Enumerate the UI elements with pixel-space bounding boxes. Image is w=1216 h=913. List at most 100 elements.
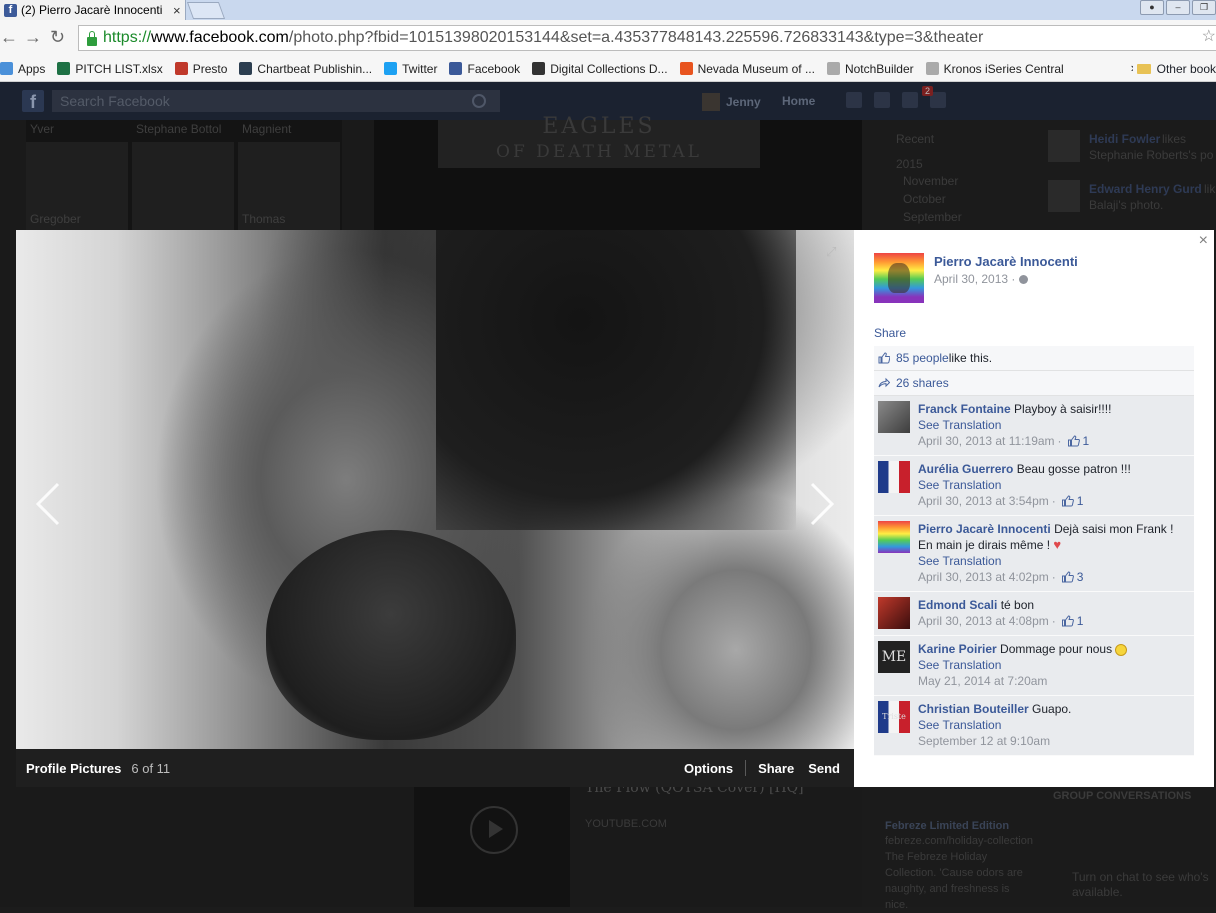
commenter-name[interactable]: Karine Poirier — [918, 642, 997, 656]
fullscreen-expand-icon[interactable]: ⤢ — [826, 245, 838, 258]
browser-tab[interactable]: f (2) Pierro Jacarè Innocenti × — [0, 0, 186, 20]
album-link[interactable]: Profile Pictures — [26, 761, 121, 776]
ad-domain: febreze.com/holiday-collection — [885, 835, 1033, 847]
presto-icon — [174, 62, 188, 75]
commenter-name[interactable]: Aurélia Guerrero — [918, 462, 1013, 476]
user-profile-icon[interactable]: ● — [1140, 0, 1164, 15]
back-icon[interactable]: ← — [0, 27, 18, 48]
see-translation-link[interactable]: See Translation — [918, 554, 1001, 568]
play-icon — [470, 806, 518, 854]
share-button[interactable]: Share — [758, 761, 794, 776]
comment-timestamp[interactable]: April 30, 2013 at 4:02pm — [918, 569, 1049, 585]
new-tab-button[interactable] — [186, 2, 226, 19]
comment-like-count[interactable]: 1 — [1061, 613, 1083, 629]
thumbs-up-icon — [1061, 615, 1074, 627]
facebook-search-input[interactable]: Search Facebook — [52, 90, 500, 112]
comment-item: ME Karine Poirier Dommage pour nous See T… — [874, 636, 1194, 696]
reload-icon[interactable]: ↻ — [50, 27, 65, 48]
comment-like-count[interactable]: 3 — [1061, 569, 1083, 585]
profile-photo[interactable]: ⤢ — [16, 230, 854, 749]
comment-timestamp[interactable]: May 21, 2014 at 7:20am — [918, 673, 1047, 689]
bookmark-label: Apps — [18, 61, 46, 76]
see-translation-link[interactable]: See Translation — [918, 478, 1001, 492]
heart-emoji-icon: ♥ — [1053, 537, 1062, 552]
options-button[interactable]: Options — [684, 761, 733, 776]
bookmark-item[interactable]: NotchBuilder — [826, 62, 914, 76]
bookmark-item[interactable]: Presto — [174, 61, 228, 76]
commenter-avatar[interactable] — [878, 521, 910, 553]
public-globe-icon[interactable] — [1019, 274, 1029, 284]
marquee-sign: EAGLES OF DEATH METAL — [438, 114, 760, 168]
bookmark-item[interactable]: Kronos iSeries Central — [925, 62, 1064, 76]
commenter-name[interactable]: Christian Bouteiller — [918, 702, 1029, 716]
tab-close-icon[interactable]: × — [173, 3, 181, 18]
bookmark-star-icon[interactable]: ☆ — [1202, 26, 1216, 46]
bookmark-item[interactable]: Apps — [0, 62, 45, 76]
comment-timestamp[interactable]: September 12 at 9:10am — [918, 733, 1050, 749]
profile-link[interactable]: Jenny — [702, 93, 761, 111]
forward-icon[interactable]: → — [24, 27, 42, 48]
owner-name-link[interactable]: Pierro Jacarè Innocenti — [934, 254, 1078, 269]
comment-like-count[interactable]: 1 — [1061, 493, 1083, 509]
window-controls: ● – ❐ — [1140, 0, 1216, 15]
commenter-avatar[interactable] — [878, 461, 910, 493]
chevron-right-icon — [810, 482, 835, 526]
bookmark-item[interactable]: Twitter — [384, 62, 437, 76]
friend-name: Stephane Bottol — [136, 122, 222, 136]
see-translation-link[interactable]: See Translation — [918, 658, 1001, 672]
likes-row: 85 people like this. — [874, 346, 1194, 371]
facebook-favicon-icon: f — [4, 3, 17, 17]
comment-item: Edmond Scali té bon April 30, 2013 at 4:0… — [874, 592, 1194, 636]
commenter-avatar[interactable] — [878, 401, 910, 433]
home-link[interactable]: Home — [782, 94, 815, 108]
comment-like-count[interactable]: 1 — [1067, 433, 1089, 449]
folder-icon — [1136, 63, 1151, 74]
commenter-name[interactable]: Franck Fontaine — [918, 402, 1011, 416]
restore-icon[interactable]: ❐ — [1192, 0, 1216, 15]
commenter-name[interactable]: Pierro Jacarè Innocenti — [918, 522, 1051, 536]
bookmark-item[interactable]: PITCH LIST.xlsx — [57, 62, 163, 76]
commenter-avatar[interactable]: Triste — [878, 701, 910, 733]
comment-timestamp[interactable]: April 30, 2013 at 3:54pm — [918, 493, 1049, 509]
bookmark-label: Presto — [192, 61, 228, 76]
theater-footer-bar: Profile Pictures 6 of 11 Options Share S… — [16, 749, 854, 787]
previous-photo-button[interactable] — [32, 480, 66, 528]
close-icon[interactable]: × — [1199, 232, 1208, 250]
see-translation-link[interactable]: See Translation — [918, 718, 1001, 732]
timeline-item: Recent — [896, 132, 935, 146]
notifications-globe-icon[interactable] — [902, 92, 918, 108]
messages-icon[interactable] — [874, 92, 890, 108]
facebook-logo-icon[interactable]: f — [22, 90, 44, 112]
comment-timestamp[interactable]: April 30, 2013 at 11:19am — [918, 433, 1055, 449]
send-button[interactable]: Send — [808, 761, 840, 776]
bookmark-item[interactable]: Facebook — [449, 62, 520, 76]
comment-item: Franck Fontaine Playboy à saisir!!!! See … — [874, 396, 1194, 456]
commenter-name[interactable]: Edmond Scali — [918, 598, 997, 612]
owner-avatar[interactable] — [874, 253, 924, 303]
other-bookmarks-folder[interactable]: Other book — [1132, 56, 1216, 81]
bookmark-item[interactable]: Digital Collections D... — [532, 62, 668, 76]
friend-name: Gregober — [30, 212, 81, 226]
commenter-avatar[interactable]: ME — [878, 641, 910, 673]
next-photo-button[interactable] — [804, 480, 838, 528]
address-bar[interactable]: https://www.facebook.com/photo.php?fbid=… — [78, 25, 1216, 51]
minimize-icon[interactable]: – — [1166, 0, 1190, 15]
timeline-item: October — [903, 192, 946, 206]
shares-link[interactable]: 26 shares — [896, 376, 949, 390]
photo-theater: ⤢ Profile Pictures 6 of 11 Options Share… — [16, 230, 854, 787]
commenter-avatar[interactable] — [878, 597, 910, 629]
post-date[interactable]: April 30, 2013 · — [934, 272, 1029, 286]
see-translation-link[interactable]: See Translation — [918, 418, 1001, 432]
friend-requests-icon[interactable] — [846, 92, 862, 108]
browser-toolbar: ← → ↻ https://www.facebook.com/photo.php… — [0, 20, 1216, 57]
bookmark-item[interactable]: Nevada Museum of ... — [679, 62, 815, 76]
share-link[interactable]: Share — [874, 326, 906, 340]
notification-badge: 2 — [922, 86, 934, 96]
bookmark-item[interactable]: Chartbeat Publishin... — [239, 62, 372, 76]
comment-timestamp[interactable]: April 30, 2013 at 4:08pm — [918, 613, 1049, 629]
ticker-sub: Stephanie Roberts's po — [1089, 148, 1214, 162]
comment-text: Playboy à saisir!!!! — [1014, 402, 1112, 416]
shares-row: 26 shares — [874, 371, 1194, 396]
likers-link[interactable]: 85 people — [896, 351, 949, 365]
search-icon[interactable] — [472, 94, 486, 108]
